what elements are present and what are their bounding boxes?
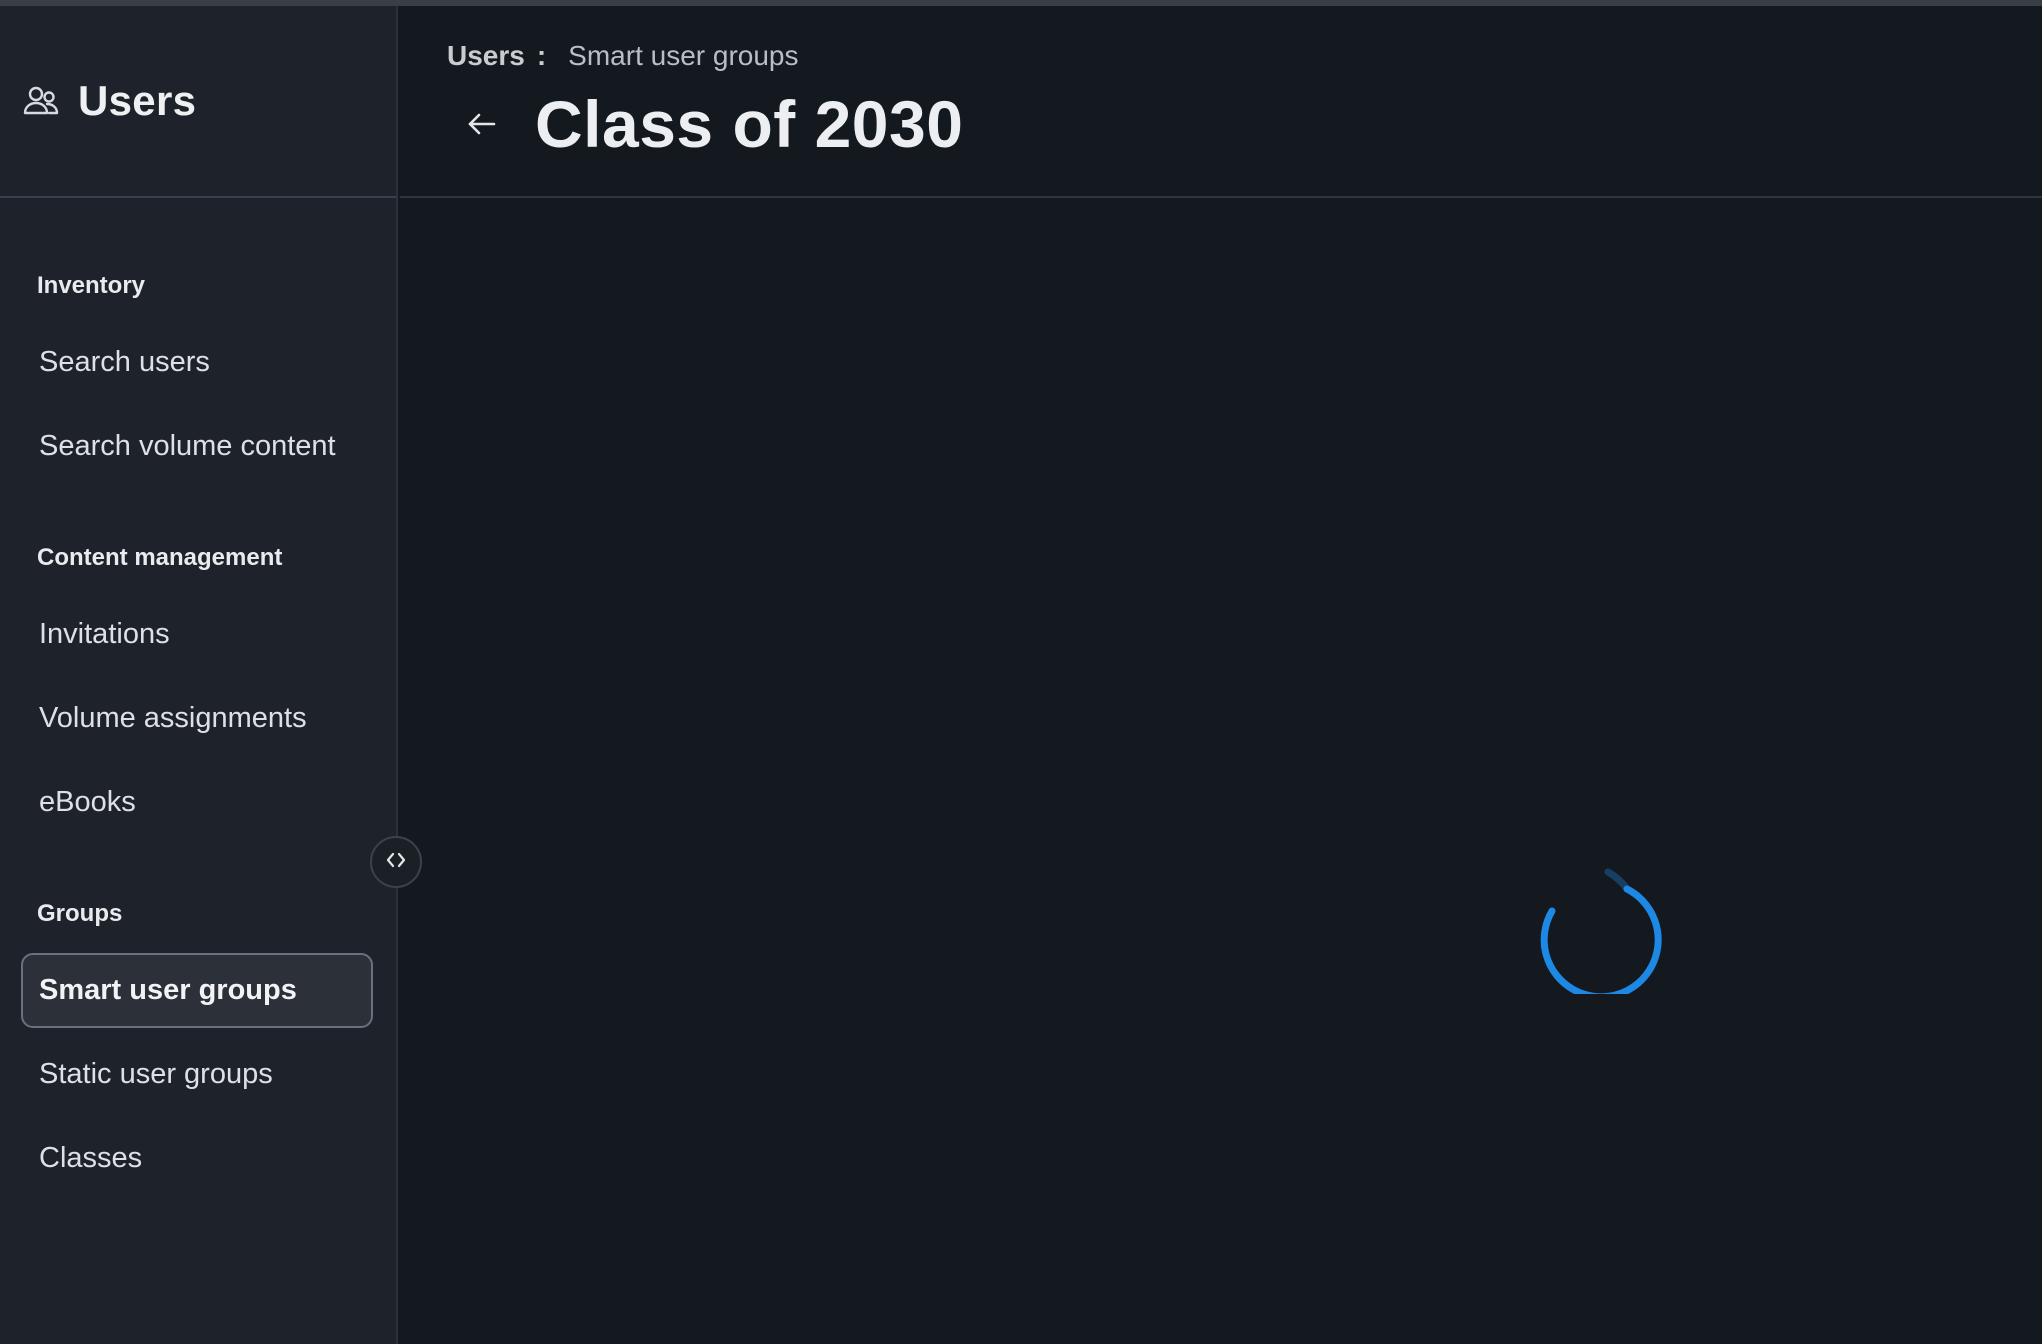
nav-section-inventory: Inventory: [37, 272, 146, 299]
chevrons-left-right-icon: [384, 850, 408, 875]
breadcrumb: Users : Smart user groups: [447, 40, 799, 72]
sidebar-item-invitations[interactable]: Invitations: [21, 597, 373, 672]
sidebar-item-search-volume-content[interactable]: Search volume content: [21, 409, 373, 484]
page-title: Class of 2030: [535, 87, 964, 161]
nav-section-content-management: Content management: [37, 544, 283, 571]
breadcrumb-separator: :: [536, 40, 547, 71]
breadcrumb-current[interactable]: Smart user groups: [568, 40, 798, 72]
sidebar: Users Inventory Search users Search volu…: [0, 6, 398, 1344]
back-button[interactable]: [460, 104, 504, 148]
sidebar-header: Users: [0, 6, 396, 198]
breadcrumb-root[interactable]: Users: [447, 40, 525, 72]
nav-section-groups: Groups: [37, 900, 123, 927]
page-header: Users : Smart user groups Class of 2030: [400, 6, 2042, 198]
loading-spinner-icon: [1536, 864, 1666, 1001]
sidebar-item-volume-assignments[interactable]: Volume assignments: [21, 681, 373, 756]
sidebar-item-search-users[interactable]: Search users: [21, 325, 373, 400]
sidebar-collapse-toggle[interactable]: [370, 836, 422, 888]
arrow-left-icon: [466, 110, 498, 143]
sidebar-item-classes[interactable]: Classes: [21, 1121, 373, 1196]
users-icon: [22, 82, 60, 120]
sidebar-title: Users: [78, 77, 197, 124]
sidebar-item-smart-user-groups[interactable]: Smart user groups: [21, 953, 373, 1028]
app-window: Users Inventory Search users Search volu…: [0, 0, 2042, 1344]
sidebar-item-static-user-groups[interactable]: Static user groups: [21, 1037, 373, 1112]
main-content: Users : Smart user groups Class of 2030: [400, 6, 2042, 1344]
sidebar-item-ebooks[interactable]: eBooks: [21, 765, 373, 840]
